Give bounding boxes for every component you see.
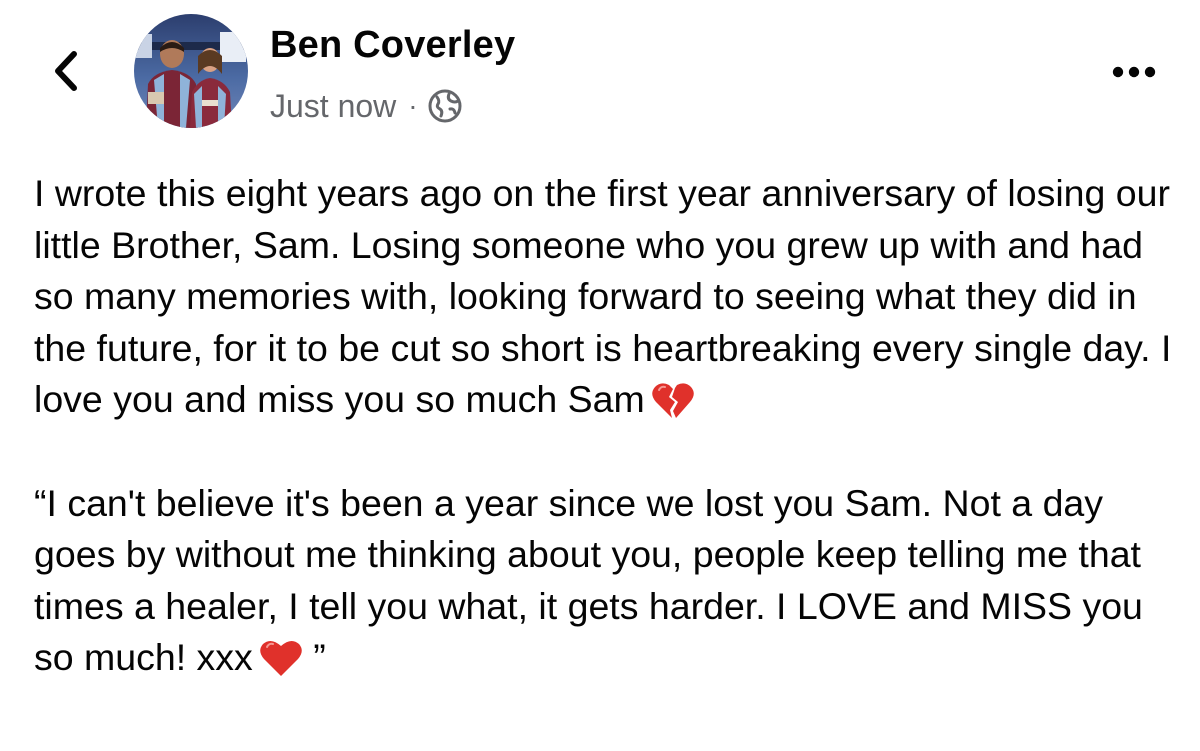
chevron-left-icon bbox=[55, 51, 77, 91]
post-header: Ben Coverley Just now · bbox=[0, 0, 1200, 140]
more-options-button[interactable] bbox=[1104, 56, 1164, 88]
post-paragraph-2-text: “I can't believe it's been a year since … bbox=[34, 481, 1154, 679]
post-body: I wrote this eight years ago on the firs… bbox=[34, 168, 1174, 684]
globe-icon[interactable] bbox=[428, 89, 462, 123]
post-timestamp[interactable]: Just now bbox=[270, 88, 396, 125]
back-button[interactable] bbox=[46, 46, 86, 96]
post-meta: Just now · bbox=[270, 86, 462, 126]
author-name[interactable]: Ben Coverley bbox=[270, 24, 515, 67]
closing-quote: ” bbox=[313, 636, 326, 679]
post-paragraph-1-text: I wrote this eight years ago on the firs… bbox=[34, 172, 1182, 421]
post-paragraph-2: “I can't believe it's been a year since … bbox=[34, 478, 1174, 684]
author-avatar[interactable] bbox=[134, 14, 248, 128]
red-heart-emoji-icon bbox=[259, 638, 303, 678]
broken-heart-emoji-icon bbox=[651, 380, 695, 420]
post-paragraph-1: I wrote this eight years ago on the firs… bbox=[34, 168, 1174, 426]
meta-separator: · bbox=[408, 90, 418, 121]
more-dots-icon bbox=[1112, 66, 1156, 78]
